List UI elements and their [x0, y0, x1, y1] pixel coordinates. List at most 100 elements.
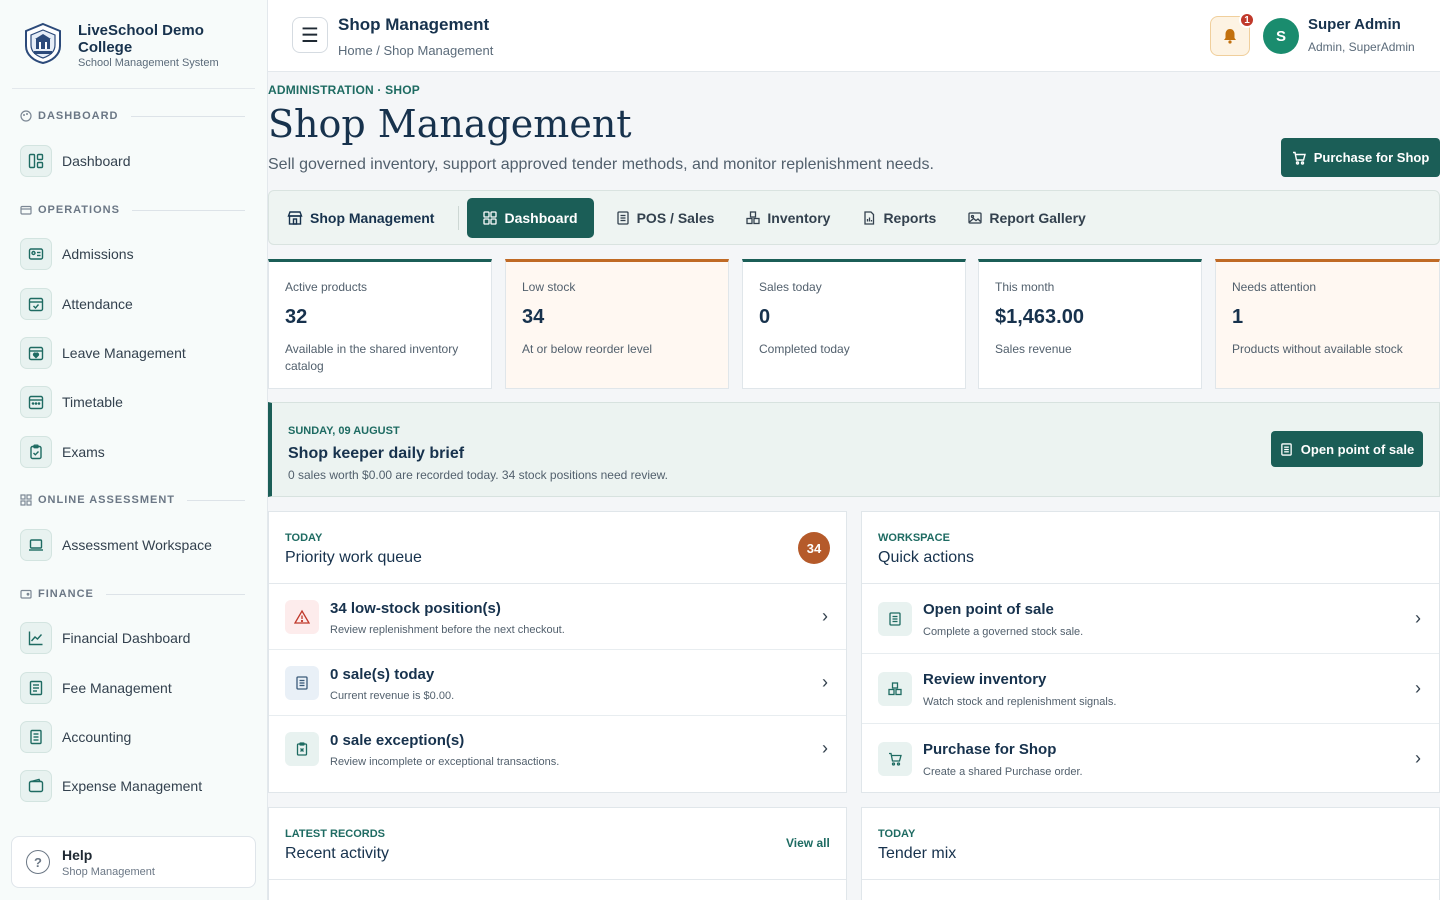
stat-card-active-products[interactable]: Active products 32 Available in the shar…: [268, 259, 492, 389]
brief-title: Shop keeper daily brief: [288, 445, 465, 462]
page-eyebrow: ADMINISTRATION · SHOP: [268, 83, 420, 97]
palette-icon: [20, 110, 32, 122]
help-button[interactable]: ? Help Shop Management: [11, 836, 256, 888]
stat-description: Completed today: [759, 342, 850, 356]
daily-brief: SUNDAY, 09 AUGUST Shop keeper daily brie…: [268, 402, 1440, 497]
quick-action-open-pos[interactable]: Open point of sale Complete a governed s…: [862, 584, 1439, 654]
wallet-icon: [20, 588, 32, 600]
panel-divider: [862, 879, 1439, 880]
panel-eyebrow: TODAY: [878, 828, 916, 840]
tab-label: Dashboard: [504, 209, 578, 226]
priority-work-queue-panel: TODAY Priority work queue 34 34 low-stoc…: [268, 511, 847, 793]
quick-action-title: Purchase for Shop: [923, 741, 1057, 758]
tab-label: Shop Management: [310, 209, 435, 226]
quick-action-purchase-for-shop[interactable]: Purchase for Shop Create a shared Purcha…: [862, 724, 1439, 794]
grid-icon: [20, 494, 32, 506]
panel-divider: [269, 879, 846, 880]
boxes-icon: [746, 210, 761, 224]
recent-activity-panel: LATEST RECORDS Recent activity: [268, 807, 847, 900]
folder-icon: [20, 204, 32, 216]
button-label: Purchase for Shop: [1313, 150, 1430, 165]
queue-count-badge: 34: [798, 532, 830, 564]
breadcrumb[interactable]: Home / Shop Management: [338, 43, 493, 58]
page-title: Shop Management: [268, 102, 632, 146]
user-name[interactable]: Super Admin: [1308, 16, 1401, 33]
queue-item-subtitle: Review incomplete or exceptional transac…: [330, 756, 560, 768]
section-label: OPERATIONS: [38, 204, 120, 216]
receipt-icon: [285, 666, 319, 700]
sidebar-item-expense-management[interactable]: Expense Management: [20, 769, 202, 803]
stat-card-needs-attention[interactable]: Needs attention 1 Products without avail…: [1215, 259, 1440, 389]
tab-pos-sales[interactable]: POS / Sales: [600, 198, 731, 238]
calendar-icon: [20, 386, 52, 418]
section-divider: [130, 115, 245, 117]
clipboard-x-icon: [285, 732, 319, 766]
section-online-assessment: ONLINE ASSESSMENT: [20, 494, 245, 506]
stat-value: 34: [522, 306, 545, 328]
queue-item-sale-exceptions[interactable]: 0 sale exception(s) Review incomplete or…: [269, 716, 846, 782]
tab-label: POS / Sales: [636, 209, 715, 226]
sidebar-item-admissions[interactable]: Admissions: [20, 237, 134, 271]
sidebar-item-label: Expense Management: [62, 778, 203, 794]
menu-toggle-button[interactable]: ☰: [292, 17, 328, 53]
sidebar-item-financial-dashboard[interactable]: Financial Dashboard: [20, 621, 190, 655]
brand[interactable]: LiveSchool Demo College School Managemen…: [22, 22, 238, 69]
brand-name: LiveSchool Demo College: [78, 22, 204, 56]
stat-value: 1: [1232, 306, 1244, 328]
tab-reports[interactable]: Reports: [846, 198, 952, 238]
sidebar-divider: [12, 88, 255, 89]
queue-item-sales-today[interactable]: 0 sale(s) today Current revenue is $0.00…: [269, 650, 846, 716]
stat-card-sales-today[interactable]: Sales today 0 Completed today: [742, 259, 966, 389]
calendar-check-icon: [20, 288, 52, 320]
sidebar-item-label: Fee Management: [62, 680, 172, 696]
laptop-icon: [20, 529, 52, 561]
section-tabs: Shop Management Dashboard POS / Sales In…: [268, 190, 1440, 245]
sidebar-item-dashboard[interactable]: Dashboard: [20, 144, 131, 178]
tab-report-gallery[interactable]: Report Gallery: [952, 198, 1101, 238]
brand-subtitle: School Management System: [78, 57, 219, 69]
sidebar-item-accounting[interactable]: Accounting: [20, 720, 131, 754]
stat-value: $1,463.00: [995, 306, 1084, 328]
sidebar: LiveSchool Demo College School Managemen…: [0, 0, 268, 900]
stat-label: This month: [995, 280, 1055, 294]
sidebar-item-label: Financial Dashboard: [62, 630, 191, 646]
section-dashboard: DASHBOARD: [20, 110, 245, 122]
stat-card-low-stock[interactable]: Low stock 34 At or below reorder level: [505, 259, 729, 389]
warning-icon: [285, 600, 319, 634]
tab-label: Report Gallery: [989, 209, 1086, 226]
open-point-of-sale-button[interactable]: Open point of sale: [1271, 431, 1423, 467]
sidebar-item-attendance[interactable]: Attendance: [20, 287, 133, 321]
tab-shop-management[interactable]: Shop Management: [285, 198, 450, 238]
panel-title: Priority work queue: [285, 549, 422, 566]
page-subtitle: Sell governed inventory, support approve…: [268, 156, 934, 173]
quick-action-review-inventory[interactable]: Review inventory Watch stock and repleni…: [862, 654, 1439, 724]
tab-inventory[interactable]: Inventory: [730, 198, 846, 238]
help-icon: ?: [26, 850, 50, 874]
chevron-right-icon: ›: [1415, 678, 1421, 698]
help-subtitle: Shop Management: [62, 865, 155, 878]
section-divider: [187, 499, 245, 501]
section-finance: FINANCE: [20, 588, 245, 600]
sidebar-item-timetable[interactable]: Timetable: [20, 385, 123, 419]
sidebar-item-exams[interactable]: Exams: [20, 435, 105, 469]
section-label: FINANCE: [38, 588, 94, 600]
purchase-for-shop-button[interactable]: Purchase for Shop: [1281, 138, 1440, 177]
sidebar-item-assessment-workspace[interactable]: Assessment Workspace: [20, 528, 212, 562]
stat-description: Sales revenue: [995, 342, 1072, 356]
sidebar-item-fee-management[interactable]: Fee Management: [20, 671, 172, 705]
cart-icon: [878, 742, 912, 776]
chevron-right-icon: ›: [1415, 748, 1421, 768]
avatar[interactable]: S: [1263, 18, 1299, 54]
queue-item-low-stock[interactable]: 34 low-stock position(s) Review replenis…: [269, 584, 846, 650]
sidebar-item-label: Attendance: [62, 296, 133, 312]
stat-label: Active products: [285, 280, 368, 294]
sidebar-item-leave-management[interactable]: Leave Management: [20, 336, 186, 370]
section-label: ONLINE ASSESSMENT: [38, 494, 175, 506]
view-all-link[interactable]: View all: [786, 836, 830, 850]
stat-card-this-month[interactable]: This month $1,463.00 Sales revenue: [978, 259, 1202, 389]
panel-eyebrow: WORKSPACE: [878, 532, 950, 544]
tab-dashboard[interactable]: Dashboard: [467, 197, 594, 238]
stat-description: Available in the shared inventory catalo…: [285, 342, 459, 373]
clipboard-check-icon: [20, 436, 52, 468]
stat-value: 0: [759, 306, 771, 328]
